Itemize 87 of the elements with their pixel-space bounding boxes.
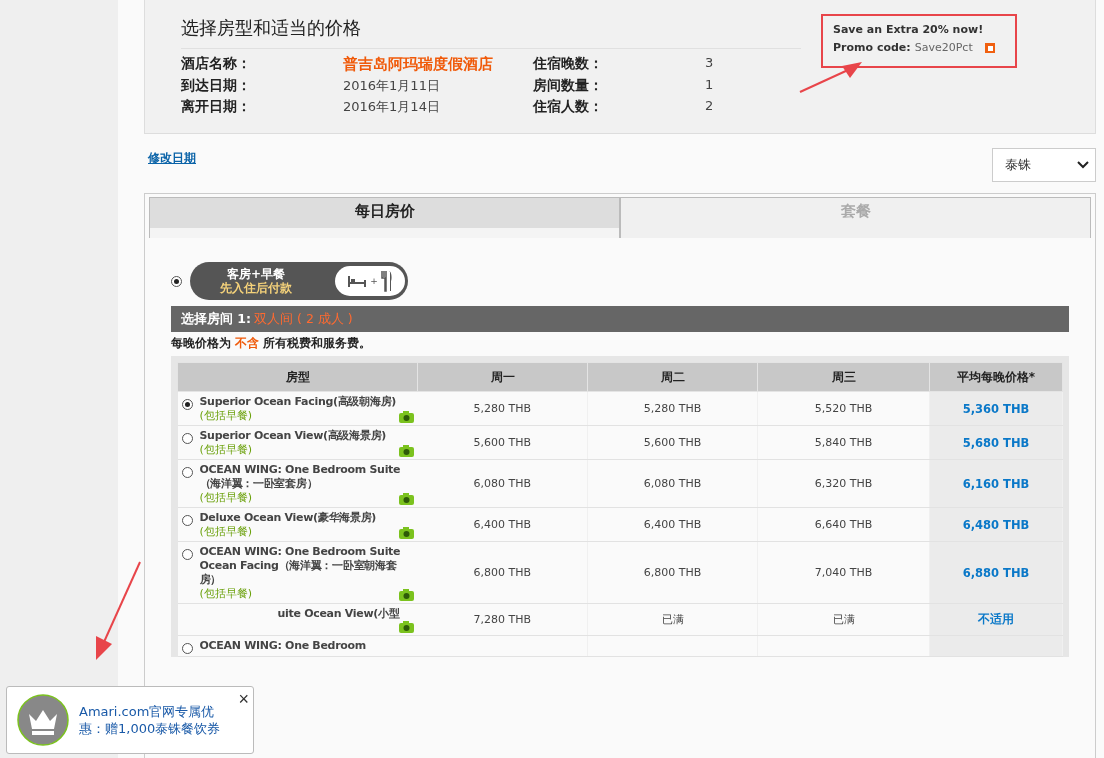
info-label: 到达日期： (181, 77, 252, 95)
chevron-down-icon (1077, 161, 1089, 169)
change-dates-link[interactable]: 修改日期 (148, 150, 196, 166)
price-cell: 5,600 THB (417, 425, 588, 460)
camera-icon[interactable] (398, 445, 414, 457)
room-occupancy: 双人间 ( 2 成人 ) (254, 310, 353, 328)
column-header: 周三 (757, 362, 930, 392)
currency-select[interactable]: 泰铢 (992, 148, 1096, 182)
price-cell: 6,080 THB (587, 459, 758, 508)
offer-text[interactable]: Amari.com官网专属优惠：赠1,000泰铢餐饮券 (79, 703, 239, 737)
price-cell: 6,320 THB (757, 459, 930, 508)
info-label: 住宿晚数： (533, 55, 604, 73)
price-cell: 5,600 THB (587, 425, 758, 460)
package-title: 客房+早餐 (225, 267, 287, 281)
price-cell: 6,080 THB (417, 459, 588, 508)
info-label: 酒店名称： (181, 55, 252, 73)
price-cell: 6,400 THB (417, 507, 588, 542)
room-label: 选择房间 1: (181, 310, 252, 328)
breakfast-note: (包括早餐) (199, 587, 253, 601)
price-cell: 6,800 THB (417, 541, 588, 604)
room-name: uite Ocean View(小型 (277, 607, 401, 621)
radio-button[interactable] (181, 549, 193, 560)
info-value: 2016年1月14日 (343, 98, 441, 116)
room-name: Deluxe Ocean View(豪华海景房) (199, 511, 378, 525)
column-header: 周一 (417, 362, 588, 392)
price-cell: 6,400 THB (587, 507, 758, 542)
camera-icon[interactable] (398, 621, 414, 633)
info-label: 住宿人数： (533, 98, 604, 116)
radio-button[interactable] (181, 643, 193, 654)
price-cell: 5,840 THB (757, 425, 930, 460)
plus-sign: + (370, 276, 378, 286)
price-cell: 已满 (757, 603, 930, 636)
promo-code: Save20Pct (914, 40, 973, 56)
breakfast-note: (包括早餐) (199, 525, 253, 539)
breakfast-note: (包括早餐) (199, 443, 253, 457)
breakfast-note: (包括早餐) (199, 409, 253, 423)
tax-note: 每晚价格为 不含 所有税费和服务费。 (171, 335, 373, 352)
info-label: 房间数量： (533, 77, 604, 95)
price-cell: 5,280 THB (587, 391, 758, 426)
column-header: 周二 (587, 362, 758, 392)
page-title: 选择房型和适当的价格 (181, 16, 801, 49)
tab[interactable]: 每日房价 (149, 197, 620, 238)
info-value: 1 (705, 77, 715, 94)
info-value: 普吉岛阿玛瑞度假酒店 (343, 55, 494, 74)
info-value: 2016年1月11日 (343, 77, 441, 95)
radio-button[interactable] (181, 467, 193, 478)
column-header: 平均每晚价格* (929, 362, 1063, 392)
price-cell: 6,640 THB (757, 507, 930, 542)
info-label: 离开日期： (181, 98, 252, 116)
bed-icon (347, 274, 368, 288)
average-price-cell: 不适用 (929, 603, 1063, 636)
average-price-cell: 5,360 THB (929, 391, 1063, 426)
package-badge[interactable]: 客房+早餐 先入住后付款 + (190, 262, 408, 300)
promo-code-label: Promo code: (833, 40, 911, 56)
crown-icon (17, 694, 69, 746)
average-price-cell: 6,880 THB (929, 541, 1063, 604)
column-header: 房型 (177, 362, 418, 392)
radio-button[interactable] (181, 399, 193, 410)
price-cell: 5,520 THB (757, 391, 930, 426)
room-name: OCEAN WING: One Bedroom (199, 639, 367, 653)
average-price-cell: 6,160 THB (929, 459, 1063, 508)
price-cell: 5,280 THB (417, 391, 588, 426)
promo-headline: Save an Extra 20% now! (833, 23, 984, 36)
camera-icon[interactable] (398, 589, 414, 601)
price-cell: 已满 (587, 603, 758, 636)
info-value: 3 (705, 55, 715, 72)
fork-knife-icon (380, 270, 393, 292)
close-button[interactable]: × (238, 689, 249, 710)
price-cell: 7,280 THB (417, 603, 588, 636)
radio-button[interactable] (181, 433, 193, 444)
room-name: Superior Ocean View(高级海景房) (199, 429, 387, 443)
copy-icon[interactable] (984, 43, 995, 53)
room-name: OCEAN WING: One Bedroom Suite（海洋翼：一卧室套房） (199, 463, 402, 491)
camera-icon[interactable] (398, 411, 414, 423)
average-price-cell: 5,680 THB (929, 425, 1063, 460)
package-subtitle: 先入住后付款 (220, 281, 292, 295)
camera-icon[interactable] (398, 493, 414, 505)
room-name: Superior Ocean Facing(高级朝海房) (199, 395, 397, 409)
camera-icon[interactable] (398, 527, 414, 539)
radio-button[interactable] (181, 515, 193, 526)
price-cell: 7,040 THB (757, 541, 930, 604)
room-name: OCEAN WING: One Bedroom Suite Ocean Facing（海洋翼：一卧室朝海套房） (199, 545, 402, 587)
price-cell: 6,800 THB (587, 541, 758, 604)
breakfast-note: (包括早餐) (199, 491, 253, 505)
info-value: 2 (705, 98, 715, 115)
average-price-cell: 6,480 THB (929, 507, 1063, 542)
radio-button[interactable] (171, 275, 182, 287)
